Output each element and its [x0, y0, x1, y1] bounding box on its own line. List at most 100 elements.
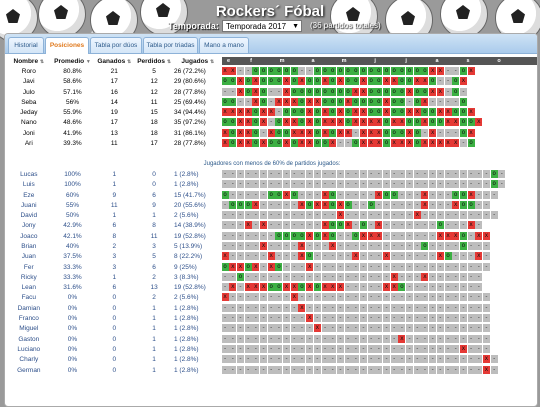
absent-cell: -	[436, 97, 444, 106]
player-ganados: 11	[110, 140, 118, 148]
player-name[interactable]: Franco	[7, 313, 51, 323]
absent-cell: -	[352, 314, 360, 323]
absent-cell: -	[283, 200, 291, 209]
player-name[interactable]: Charly	[7, 355, 51, 365]
absent-cell: -	[236, 241, 244, 250]
player-name[interactable]: Facu	[7, 293, 51, 303]
player-name[interactable]: David	[7, 210, 51, 220]
player-name[interactable]: Javi	[7, 77, 51, 87]
player-name[interactable]: Julo	[7, 87, 51, 97]
win-cell: o	[413, 66, 421, 75]
absent-cell: -	[313, 314, 321, 323]
win-cell: o	[490, 169, 498, 178]
player-name[interactable]: Jeday	[7, 107, 51, 117]
player-name[interactable]: Eze	[7, 190, 51, 200]
player-name[interactable]: Gaston	[7, 334, 51, 344]
player-name[interactable]: German	[7, 365, 51, 375]
col-perdidos[interactable]: Perdidos ⇅	[134, 56, 174, 66]
tab-duos[interactable]: Tabla por dúos	[90, 37, 142, 53]
player-name[interactable]: Fer	[7, 262, 51, 272]
loss-cell: x	[344, 221, 352, 230]
tab-posiciones[interactable]: Posiciones	[45, 37, 89, 54]
player-name[interactable]: Ricky	[7, 272, 51, 282]
absent-cell: -	[336, 324, 344, 333]
loss-cell: x	[336, 200, 344, 209]
absent-cell: -	[436, 344, 444, 353]
win-cell: o	[236, 200, 244, 209]
absent-cell: -	[252, 314, 260, 323]
player-ganados: 14	[110, 98, 118, 106]
win-cell: o	[359, 66, 367, 75]
win-cell: o	[390, 66, 398, 75]
player-name[interactable]: Ari	[7, 138, 51, 148]
absent-cell: -	[436, 365, 444, 374]
tab-mano-a-mano[interactable]: Mano a mano	[199, 37, 249, 53]
col-jugados[interactable]: Jugados ⇅	[174, 56, 222, 66]
tab-historial[interactable]: Historial	[8, 37, 44, 53]
absent-cell: -	[436, 334, 444, 343]
absent-cell: -	[367, 293, 375, 302]
player-name[interactable]: Jony	[7, 221, 51, 231]
absent-cell: -	[444, 262, 452, 271]
player-ganados: 0	[112, 315, 117, 323]
absent-cell: -	[421, 344, 429, 353]
absent-cell: -	[298, 272, 306, 281]
col-promedio[interactable]: Promedio ▼	[51, 56, 95, 66]
absent-cell: -	[390, 314, 398, 323]
absent-cell: -	[413, 303, 421, 312]
sort-icon: ⇅	[209, 58, 215, 65]
absent-cell: -	[436, 283, 444, 292]
player-name[interactable]: Brian	[7, 241, 51, 251]
absent-cell: -	[221, 283, 229, 292]
win-cell: o	[413, 139, 421, 148]
player-name[interactable]: Juani	[7, 200, 51, 210]
col-ganados[interactable]: Ganados ⇅	[94, 56, 134, 66]
win-cell: o	[252, 118, 260, 127]
absent-cell: -	[298, 190, 306, 199]
col-nombre[interactable]: Nombre ⇅	[7, 56, 51, 66]
player-name[interactable]: Juan	[7, 252, 51, 262]
player-perdidos: 12	[150, 78, 158, 86]
player-perdidos: 15	[150, 109, 158, 117]
loss-cell: x	[383, 283, 391, 292]
player-name[interactable]: Lean	[7, 283, 51, 293]
absent-cell: -	[421, 314, 429, 323]
win-cell: o	[221, 118, 229, 127]
player-jugados: 31 (86.1%)	[174, 129, 206, 137]
player-name[interactable]: Nano	[7, 118, 51, 128]
player-name[interactable]: Luciano	[7, 344, 51, 354]
loss-cell: x	[367, 231, 375, 240]
player-ganados: 1	[112, 181, 117, 189]
absent-cell: -	[475, 355, 483, 364]
win-cell: o	[413, 87, 421, 96]
absent-cell: -	[359, 180, 367, 189]
player-name[interactable]: Joaco	[7, 231, 51, 241]
absent-cell: -	[236, 66, 244, 75]
tab-triadas[interactable]: Tabla por triadas	[143, 37, 198, 53]
player-name[interactable]: Lucas	[7, 169, 51, 179]
player-name[interactable]: Seba	[7, 97, 51, 107]
loss-cell: x	[306, 128, 314, 137]
player-name[interactable]: Roro	[7, 66, 51, 76]
absent-cell: -	[244, 355, 252, 364]
player-promedio: 55.9%	[63, 109, 82, 117]
player-name[interactable]: Joni	[7, 128, 51, 138]
absent-cell: -	[398, 169, 406, 178]
absent-cell: -	[475, 190, 483, 199]
absent-cell: -	[413, 365, 421, 374]
player-name[interactable]: Damian	[7, 303, 51, 313]
season-select[interactable]: Temporada 2017 ▼	[222, 20, 302, 32]
absent-cell: -	[459, 180, 467, 189]
absent-cell: -	[283, 211, 291, 220]
absent-cell: -	[252, 231, 260, 240]
absent-cell: -	[313, 252, 321, 261]
absent-cell: -	[267, 221, 275, 230]
table-row: Franco 0% 0 1 1 (2.8%) - - - - - - - - - - - x - - - - - - - - - -…	[7, 313, 537, 323]
absent-cell: -	[352, 190, 360, 199]
win-cell: o	[267, 66, 275, 75]
player-name[interactable]: Luis	[7, 180, 51, 190]
win-cell: o	[252, 108, 260, 117]
absent-cell: -	[352, 293, 360, 302]
player-name[interactable]: Miguel	[7, 324, 51, 334]
absent-cell: -	[236, 344, 244, 353]
